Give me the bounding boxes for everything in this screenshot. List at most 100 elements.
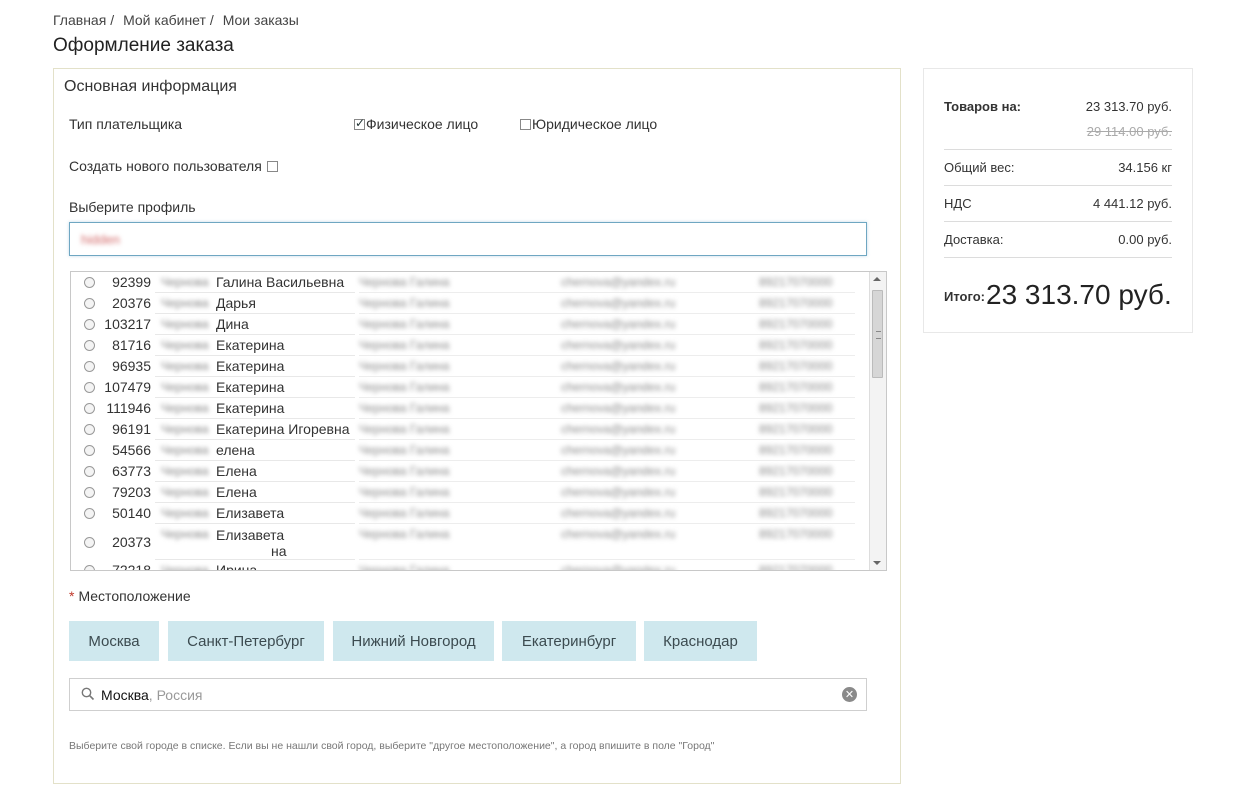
profile-email-redacted: chernova@yandex.ru (561, 443, 676, 457)
profile-email-redacted: chernova@yandex.ru (561, 401, 676, 415)
profile-search-input[interactable]: hidden (69, 222, 867, 256)
breadcrumb-home-link[interactable]: Главная (53, 12, 106, 28)
breadcrumb-cabinet-link[interactable]: Мой кабинет (123, 12, 206, 28)
create-user-label: Создать нового пользователя (69, 158, 262, 174)
scrollbar-thumb[interactable] (872, 290, 883, 378)
profile-lastname-redacted: Чернова (161, 422, 209, 436)
profile-phone-redacted: 89217070000 (759, 401, 833, 415)
profile-id: 92399 (112, 274, 151, 290)
profile-row[interactable]: 111946 Чернова Екатерина Чернова Галина cher… (71, 398, 871, 419)
payer-type-legal[interactable]: Юридическое лицо (520, 116, 657, 132)
profile-row[interactable]: 20376 Чернова Дарья Чернова Галина chernova@… (71, 293, 871, 314)
profile-email-redacted: chernova@yandex.ru (561, 296, 676, 310)
profile-row[interactable]: 103217 Чернова Дина Чернова Галина chernova@… (71, 314, 871, 335)
profile-phone-redacted: 89217070000 (759, 422, 833, 436)
profile-radio[interactable] (84, 508, 95, 519)
profile-id: 20373 (112, 534, 151, 550)
profile-phone-redacted: 89217070000 (759, 464, 833, 478)
profile-name: Елизавета (216, 505, 285, 521)
profile-name: Екатерина (216, 337, 285, 353)
profile-listbox[interactable]: 92399 Чернова Галина Васильевна Чернова Гал… (70, 271, 887, 571)
delivery-label: Доставка: (944, 232, 1004, 247)
create-user-checkbox[interactable] (266, 160, 278, 172)
order-summary: Товаров на: 23 313.70 руб. 29 114.00 руб… (923, 68, 1193, 333)
profile-name: Дина (216, 316, 249, 332)
profile-email-redacted: chernova@yandex.ru (561, 359, 676, 373)
scroll-up-icon[interactable] (873, 277, 881, 281)
profile-radio[interactable] (84, 537, 95, 548)
profile-name: Елена (216, 463, 257, 479)
goods-old-value: 29 114.00 руб. (1086, 124, 1172, 139)
profile-lastname-redacted: Чернова (161, 359, 209, 373)
profile-radio[interactable] (84, 340, 95, 351)
profile-phone-redacted: 89217070000 (759, 380, 833, 394)
profile-email-redacted: chernova@yandex.ru (561, 527, 676, 541)
weight-label: Общий вес: (944, 160, 1015, 175)
profile-row[interactable]: 63773 Чернова Елена Чернова Галина chernova@… (71, 461, 871, 482)
profile-radio[interactable] (84, 403, 95, 414)
payer-type-individual[interactable]: Физическое лицо (354, 116, 478, 132)
profile-email-redacted: chernova@yandex.ru (561, 464, 676, 478)
profile-fullname-redacted: Чернова Галина (359, 401, 450, 415)
profile-row[interactable]: 96191 Чернова Екатерина Игоревна Чернова Га… (71, 419, 871, 440)
profile-radio[interactable] (84, 319, 95, 330)
profile-fullname-redacted: Чернова Галина (359, 485, 450, 499)
profile-phone-redacted: 89217070000 (759, 563, 833, 571)
profile-row[interactable]: 54566 Чернова елена Чернова Галина chernova@… (71, 440, 871, 461)
profile-radio[interactable] (84, 445, 95, 456)
city-button-krasnodar[interactable]: Краснодар (644, 621, 757, 661)
profile-radio[interactable] (84, 565, 95, 570)
create-user-option[interactable]: Создать нового пользователя (69, 158, 279, 174)
profile-row[interactable]: 50140 Чернова Елизавета Чернова Галина chern… (71, 503, 871, 524)
total-value: 23 313.70 руб. (986, 279, 1172, 310)
profile-name: елена (216, 442, 255, 458)
city-button-spb[interactable]: Санкт-Петербург (168, 621, 324, 661)
profile-lastname-redacted: Чернова (161, 506, 209, 520)
profile-phone-redacted: 89217070000 (759, 317, 833, 331)
profile-row[interactable]: 20373 Чернова Елизавета на Чернова Галина che… (71, 524, 871, 560)
profile-phone-redacted: 89217070000 (759, 506, 833, 520)
profile-fullname-redacted: Чернова Галина (359, 380, 450, 394)
profile-radio[interactable] (84, 487, 95, 498)
profile-name-line2: на (271, 543, 287, 559)
individual-checkbox[interactable] (354, 116, 365, 130)
profile-radio[interactable] (84, 424, 95, 435)
clear-icon[interactable]: ✕ (842, 687, 857, 702)
legal-label: Юридическое лицо (532, 116, 658, 132)
scroll-down-icon[interactable] (873, 561, 881, 565)
profile-radio[interactable] (84, 382, 95, 393)
listbox-scrollbar[interactable] (869, 272, 886, 570)
city-button-ekaterinburg[interactable]: Екатеринбург (502, 621, 636, 661)
location-search-input[interactable]: Москва, Россия ✕ (69, 678, 867, 711)
goods-label: Товаров на: (944, 99, 1022, 114)
profile-radio[interactable] (84, 466, 95, 477)
profile-fullname-redacted: Чернова Галина (359, 338, 450, 352)
profile-row[interactable]: 96935 Чернова Екатерина Чернова Галина chern… (71, 356, 871, 377)
profile-fullname-redacted: Чернова Галина (359, 443, 450, 457)
profile-lastname-redacted: Чернова (161, 563, 209, 571)
profile-radio[interactable] (84, 298, 95, 309)
profile-row[interactable]: 72218 Чернова Ирина Чернова Галина chernova@… (71, 560, 871, 571)
goods-value: 23 313.70 руб. (1085, 99, 1172, 114)
profile-rows: 92399 Чернова Галина Васильевна Чернова Гал… (71, 272, 871, 571)
profile-id: 96191 (112, 421, 151, 437)
city-button-nnovgorod[interactable]: Нижний Новгород (333, 621, 494, 661)
profile-phone-redacted: 89217070000 (759, 338, 833, 352)
profile-id: 50140 (112, 505, 151, 521)
profile-id: 81716 (112, 337, 151, 353)
city-button-moscow[interactable]: Москва (69, 621, 159, 661)
profile-id: 20376 (112, 295, 151, 311)
breadcrumb-orders-link[interactable]: Мои заказы (223, 12, 299, 28)
profile-radio[interactable] (84, 361, 95, 372)
profile-input-value: hidden (81, 232, 121, 247)
profile-fullname-redacted: Чернова Галина (359, 506, 450, 520)
profile-row[interactable]: 81716 Чернова Екатерина Чернова Галина chern… (71, 335, 871, 356)
profile-lastname-redacted: Чернова (161, 485, 209, 499)
vat-label: НДС (944, 196, 972, 211)
profile-row[interactable]: 79203 Чернова Елена Чернова Галина chernova@… (71, 482, 871, 503)
profile-row[interactable]: 92399 Чернова Галина Васильевна Чернова Гал… (71, 272, 871, 293)
profile-row[interactable]: 107479 Чернова Екатерина Чернова Галина cher… (71, 377, 871, 398)
profile-radio[interactable] (84, 277, 95, 288)
profile-email-redacted: chernova@yandex.ru (561, 422, 676, 436)
legal-checkbox[interactable] (520, 118, 531, 130)
